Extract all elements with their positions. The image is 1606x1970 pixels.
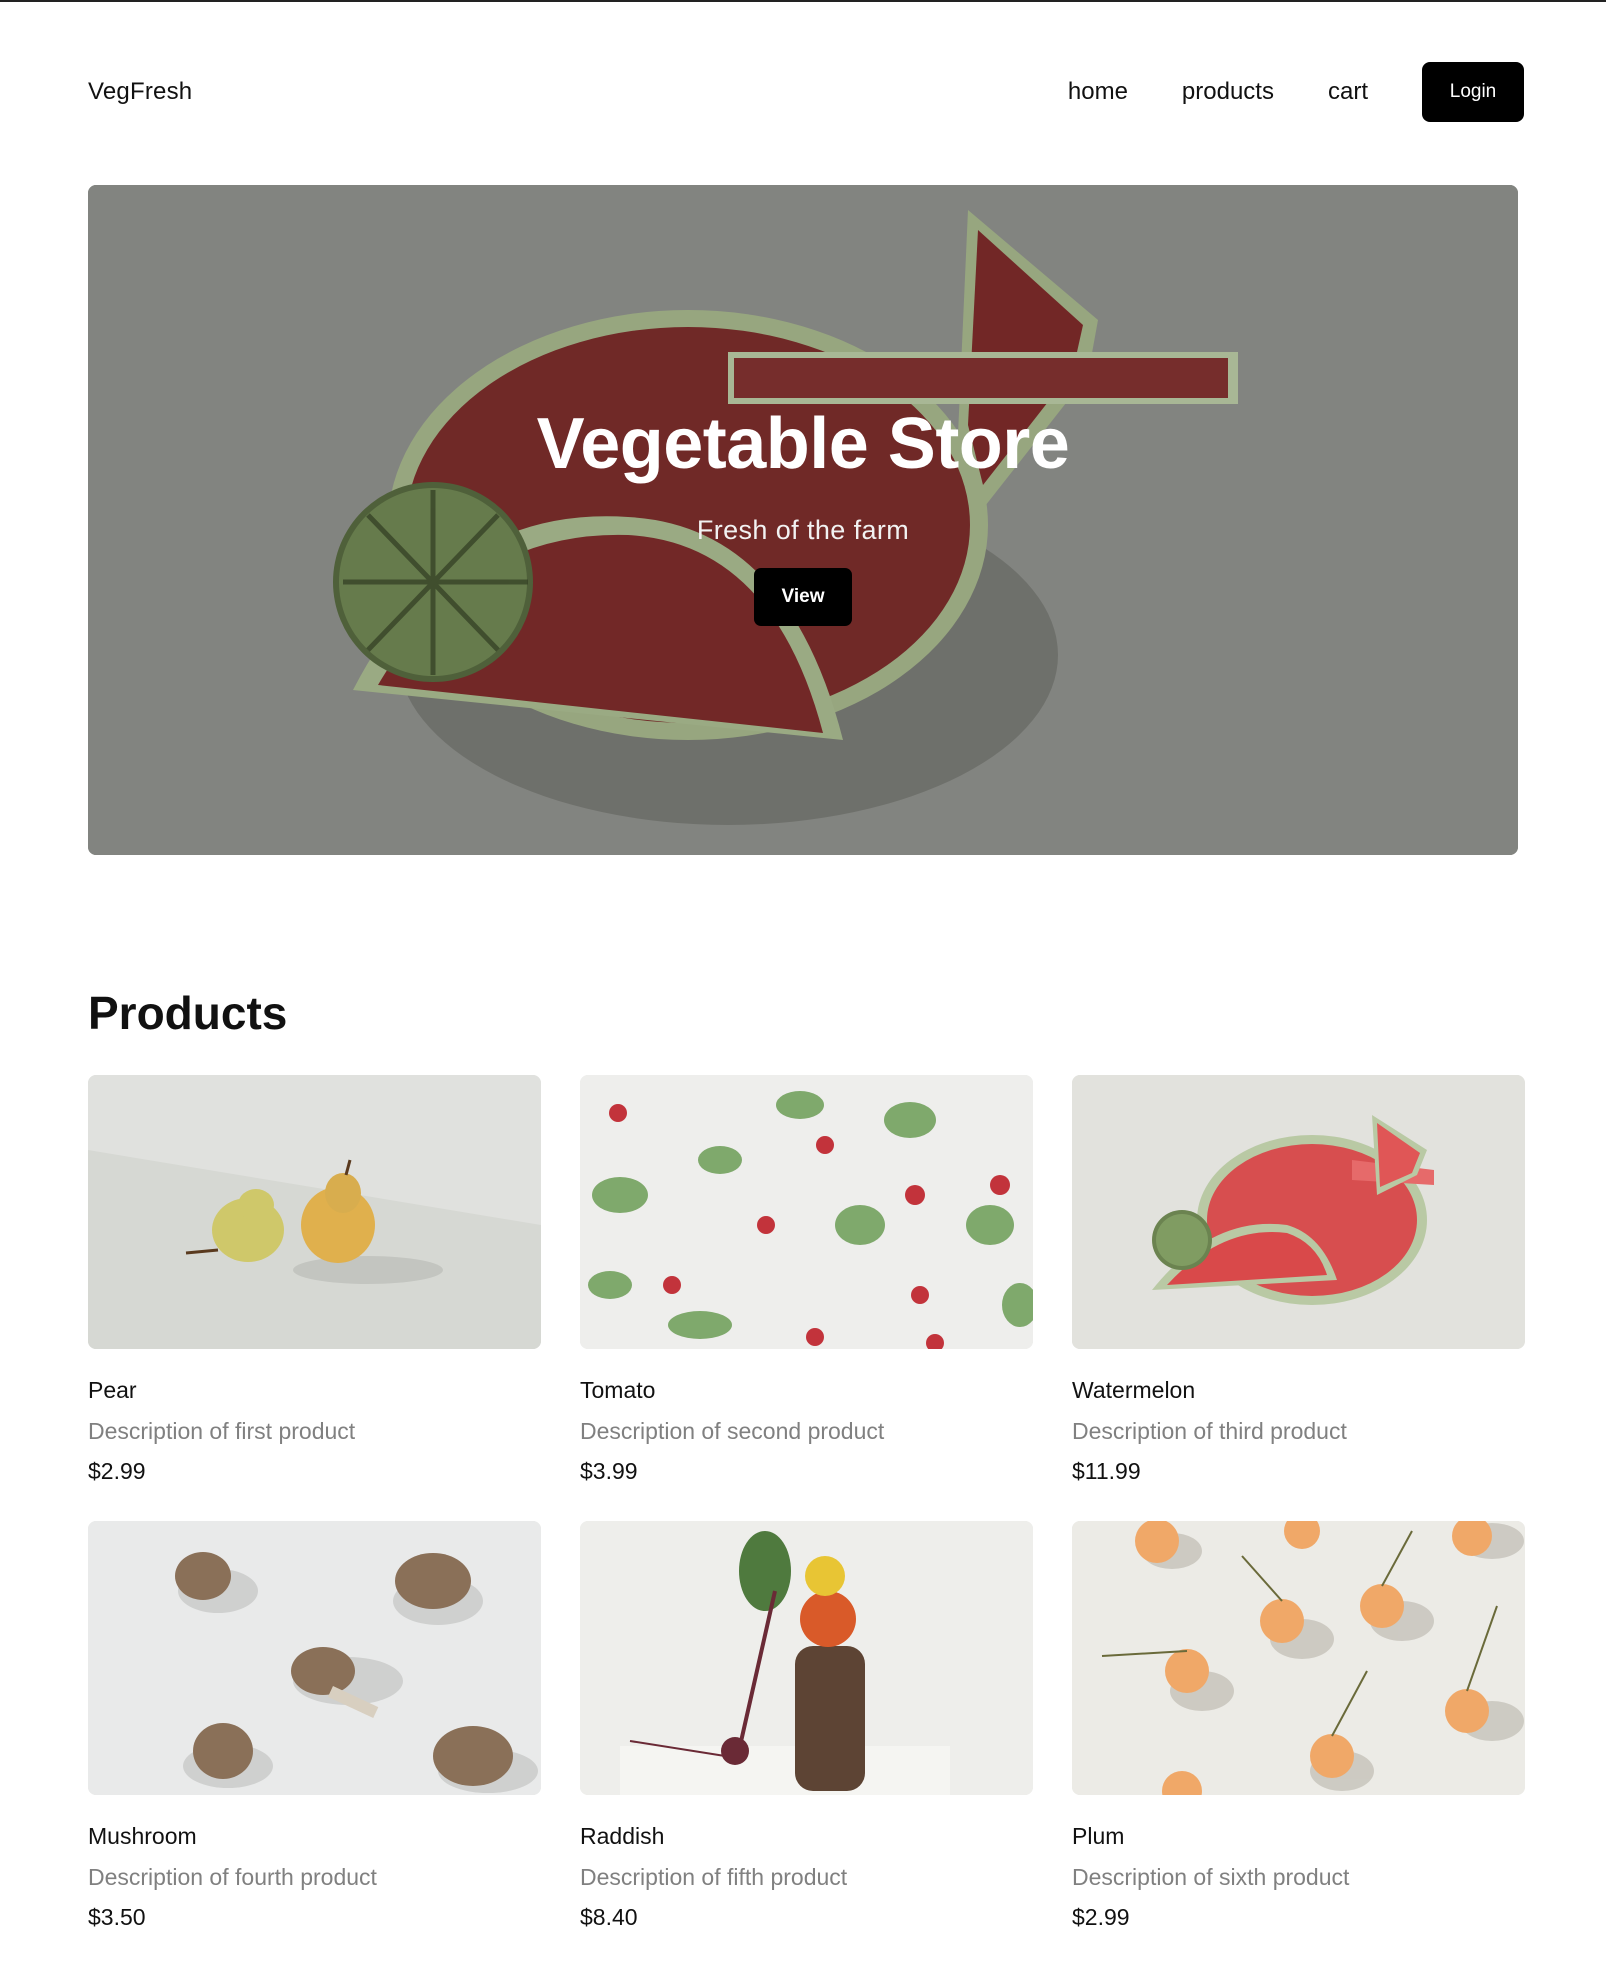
product-price: $8.40	[580, 1904, 638, 1930]
product-card[interactable]: Watermelon Description of third product …	[1072, 1075, 1525, 1487]
product-description: Description of first product	[88, 1418, 356, 1444]
product-image	[88, 1075, 541, 1349]
product-image	[1072, 1521, 1525, 1795]
product-price: $11.99	[1072, 1458, 1141, 1484]
hero-subtitle: Fresh of the farm	[696, 515, 910, 545]
watermelon-photo	[1072, 1075, 1525, 1349]
product-price: $3.50	[88, 1904, 146, 1930]
product-price: $2.99	[1072, 1904, 1130, 1930]
hero-title: Vegetable Store	[536, 404, 1070, 484]
nav-products-link[interactable]: products	[1182, 78, 1274, 106]
product-card[interactable]: Mushroom Description of fourth product $…	[88, 1521, 541, 1933]
product-card[interactable]: Raddish Description of fifth product $8.…	[580, 1521, 1033, 1933]
product-card[interactable]: Tomato Description of second product $3.…	[580, 1075, 1033, 1487]
cherry-photo	[1072, 1521, 1525, 1795]
main-nav: home products cart Login	[1068, 62, 1524, 122]
product-card[interactable]: Pear Description of first product $2.99	[88, 1075, 541, 1487]
product-name: Pear	[88, 1377, 137, 1403]
pear-photo	[88, 1075, 541, 1349]
view-button[interactable]: View	[754, 568, 852, 626]
hero-content: Vegetable Store Fresh of the farm View	[88, 185, 1518, 855]
product-grid: Pear Description of first product $2.99	[88, 1075, 1528, 1933]
product-image	[580, 1075, 1033, 1349]
radish-photo	[580, 1075, 1033, 1349]
product-name: Mushroom	[88, 1823, 197, 1849]
login-button[interactable]: Login	[1422, 62, 1524, 122]
product-description: Description of sixth product	[1072, 1864, 1350, 1890]
product-price: $2.99	[88, 1458, 146, 1484]
product-price: $3.99	[580, 1458, 638, 1484]
product-name: Plum	[1072, 1823, 1125, 1849]
product-description: Description of fourth product	[88, 1864, 377, 1890]
product-card[interactable]: Plum Description of sixth product $2.99	[1072, 1521, 1525, 1933]
hero-banner: Vegetable Store Fresh of the farm View	[88, 185, 1518, 855]
mushroom-photo	[88, 1521, 541, 1795]
nav-home-link[interactable]: home	[1068, 78, 1128, 106]
nav-cart-link[interactable]: cart	[1328, 78, 1368, 106]
product-image	[1072, 1075, 1525, 1349]
product-image	[580, 1521, 1033, 1795]
products-heading: Products	[88, 987, 288, 1039]
product-description: Description of fifth product	[580, 1864, 848, 1890]
top-border	[0, 0, 1606, 2]
beet-photo	[580, 1521, 1033, 1795]
site-header: VegFresh home products cart Login	[88, 62, 1524, 122]
product-name: Watermelon	[1072, 1377, 1196, 1403]
product-description: Description of second product	[580, 1418, 885, 1444]
product-name: Raddish	[580, 1823, 665, 1849]
product-description: Description of third product	[1072, 1418, 1347, 1444]
product-image	[88, 1521, 541, 1795]
brand-logo[interactable]: VegFresh	[88, 78, 192, 106]
product-name: Tomato	[580, 1377, 656, 1403]
